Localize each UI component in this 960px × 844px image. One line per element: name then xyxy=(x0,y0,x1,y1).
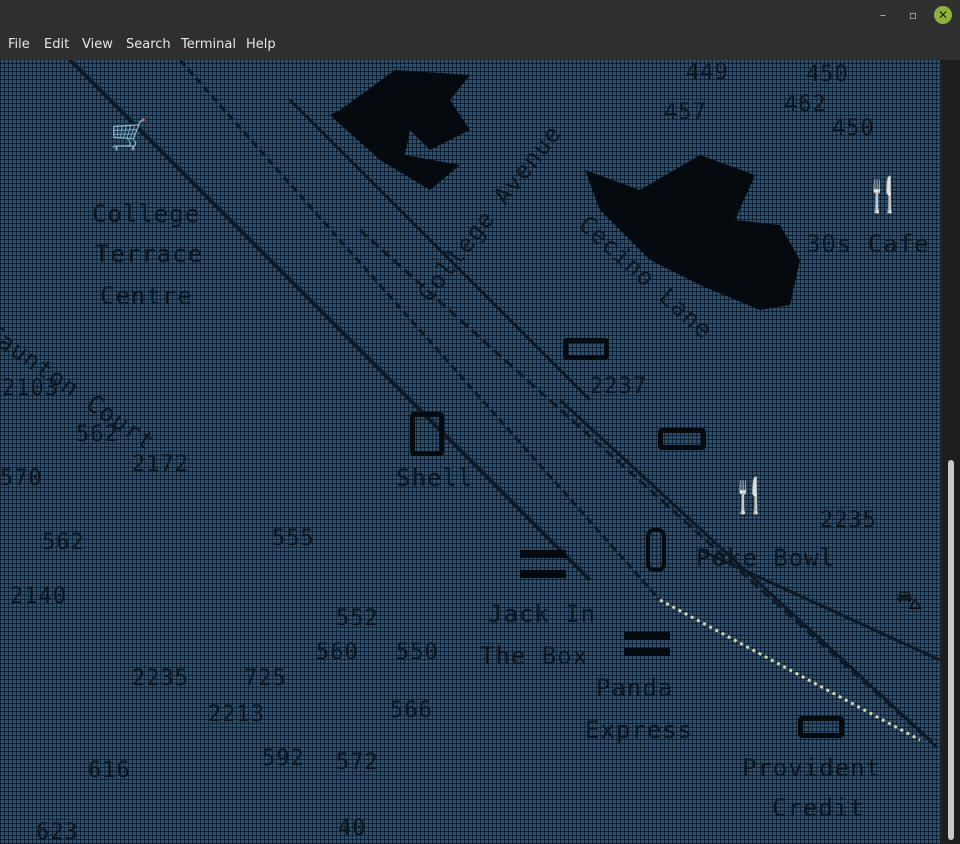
map-number: 2213 xyxy=(208,702,265,727)
map-label-poke-bowl: Poke Bowl xyxy=(696,544,836,572)
map-number: 2140 xyxy=(10,584,67,609)
map-number: 623 xyxy=(36,820,79,844)
map-number: 2235 xyxy=(132,666,189,691)
map-number: 555 xyxy=(272,526,315,551)
fast-food-icon xyxy=(520,550,566,578)
map-number: 2103 xyxy=(2,376,59,401)
map-number: 2172 xyxy=(132,452,189,477)
map-label-college-terrace: College xyxy=(92,200,201,228)
map-label-express: Express xyxy=(585,716,694,744)
map-number: 560 xyxy=(316,640,359,665)
map-label-cafe: 30s Cafe xyxy=(806,230,930,258)
menu-edit[interactable]: Edit xyxy=(44,37,69,52)
maximize-button[interactable]: ▫ xyxy=(904,6,922,24)
map-number: 450 xyxy=(832,116,875,141)
map-label-centre: Centre xyxy=(100,282,193,310)
menu-view[interactable]: View xyxy=(82,37,113,52)
menu-file[interactable]: File xyxy=(8,37,30,52)
map-number: 457 xyxy=(664,100,707,125)
title-bar: – ▫ ✕ xyxy=(0,0,960,30)
bank-icon xyxy=(798,716,844,738)
fuel-station-icon xyxy=(410,412,444,456)
minimize-button[interactable]: – xyxy=(874,6,892,24)
restaurant-icon: 🍴 xyxy=(728,476,771,516)
map-label-credit: Credit xyxy=(772,794,865,822)
map-number: 562 xyxy=(76,422,119,447)
atm-icon xyxy=(563,338,609,360)
map-number: 566 xyxy=(390,698,433,723)
map-number: 2235 xyxy=(820,508,877,533)
menu-bar: File Edit View Search Terminal Help xyxy=(0,30,960,60)
map-number: 462 xyxy=(784,92,827,117)
map-number: 40 xyxy=(338,816,367,841)
traffic-signal-icon xyxy=(646,528,666,572)
map-number: 450 xyxy=(806,62,849,87)
vertical-scrollbar[interactable] xyxy=(940,60,960,844)
map-label-the-box: The Box xyxy=(480,642,589,670)
map-label-terrace: Terrace xyxy=(95,240,204,268)
map-number: 572 xyxy=(336,750,379,775)
shopping-cart-icon: 🛒 xyxy=(110,118,148,153)
menu-help[interactable]: Help xyxy=(246,37,276,52)
map-number: 550 xyxy=(396,640,439,665)
map-number: 725 xyxy=(244,666,287,691)
menu-search[interactable]: Search xyxy=(126,37,171,52)
map-number: 570 xyxy=(0,466,43,491)
map-number: 616 xyxy=(88,758,131,783)
close-button[interactable]: ✕ xyxy=(934,6,952,24)
map-number: 562 xyxy=(42,530,85,555)
map-number: 2237 xyxy=(590,374,647,399)
menu-terminal[interactable]: Terminal xyxy=(181,37,236,52)
atm-icon xyxy=(658,428,706,450)
restaurant-icon: 🍴 xyxy=(862,175,905,215)
fast-food-icon xyxy=(624,632,670,656)
map-label-provident: Provident xyxy=(742,754,882,782)
scrollbar-thumb[interactable] xyxy=(948,460,954,840)
map-label-shell: Shell xyxy=(396,464,474,492)
map-number: 552 xyxy=(336,606,379,631)
map-label-panda: Panda xyxy=(596,674,674,702)
terminal-map-view[interactable]: College Terrace Centre Taunton Court Col… xyxy=(0,60,940,844)
map-number: 592 xyxy=(262,746,305,771)
map-label-jack-in: Jack In xyxy=(488,600,597,628)
map-number: 449 xyxy=(686,60,729,85)
car-icon: ⛍ xyxy=(896,586,923,616)
